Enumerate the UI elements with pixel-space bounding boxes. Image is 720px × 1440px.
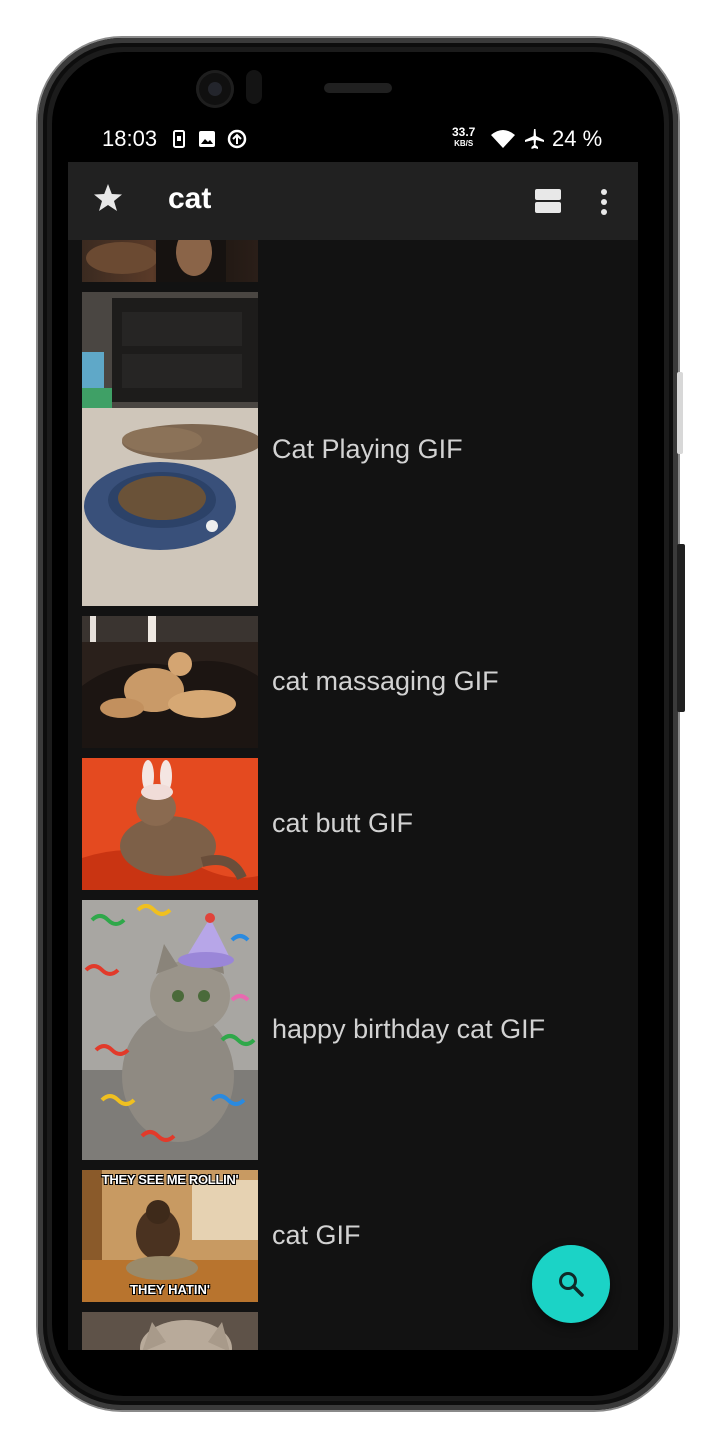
network-speed-value: 33.7 — [452, 125, 476, 139]
gif-thumbnail[interactable] — [82, 240, 258, 282]
list-item[interactable] — [68, 240, 638, 282]
star-icon[interactable] — [90, 180, 126, 216]
front-camera — [196, 70, 234, 108]
gif-thumbnail[interactable] — [82, 758, 258, 890]
list-item[interactable]: happy birthday cat GIF — [68, 900, 638, 1160]
network-speed-unit: KB/S — [454, 139, 474, 148]
gif-title: Cat Playing GIF — [272, 434, 463, 464]
status-bar: 18:03 33.7 KB/S 24 % — [68, 116, 638, 162]
gif-list: Cat Playing GIF cat massaging GIF cat bu… — [68, 240, 638, 1350]
list-item[interactable]: cat butt GIF — [68, 758, 638, 890]
data-saver-icon — [226, 128, 248, 155]
airplane-icon — [523, 128, 545, 155]
power-button — [677, 544, 685, 712]
gif-thumbnail[interactable] — [82, 900, 258, 1160]
list-item[interactable]: Cat Playing GIF — [68, 292, 638, 606]
search-icon — [559, 1272, 584, 1297]
volume-button — [677, 372, 683, 454]
status-time: 18:03 — [102, 126, 158, 151]
app-toolbar: cat — [68, 162, 638, 240]
network-speed: 33.7 KB/S — [452, 125, 476, 149]
gif-title: cat butt GIF — [272, 808, 414, 838]
wifi-icon — [490, 129, 516, 154]
more-icon[interactable] — [594, 188, 614, 216]
image-icon — [198, 130, 216, 153]
gif-thumbnail[interactable]: THEY SEE ME ROLLIN' THEY HATIN' — [82, 1170, 258, 1302]
gif-caption-top: THEY SEE ME ROLLIN' — [101, 1172, 239, 1187]
gif-title: happy birthday cat GIF — [272, 1014, 546, 1044]
gif-thumbnail[interactable] — [82, 616, 258, 748]
gif-thumbnail[interactable] — [82, 1312, 258, 1350]
battery-level: 24 % — [552, 126, 603, 151]
gif-caption-bottom: THEY HATIN' — [130, 1282, 210, 1297]
gif-thumbnail[interactable] — [82, 292, 258, 606]
list-item[interactable]: cat massaging GIF — [68, 616, 638, 748]
sim-icon — [172, 130, 186, 153]
app-screen: 18:03 33.7 KB/S 24 % cat Cat Playing GIF… — [68, 116, 638, 1350]
earpiece-speaker — [324, 83, 392, 93]
gif-title: cat massaging GIF — [272, 666, 499, 696]
proximity-sensor — [246, 70, 262, 104]
search-fab-button[interactable] — [532, 1245, 610, 1323]
gif-title: cat GIF — [272, 1220, 361, 1250]
page-title: cat — [168, 182, 212, 215]
view-toggle-icon[interactable] — [534, 188, 562, 214]
